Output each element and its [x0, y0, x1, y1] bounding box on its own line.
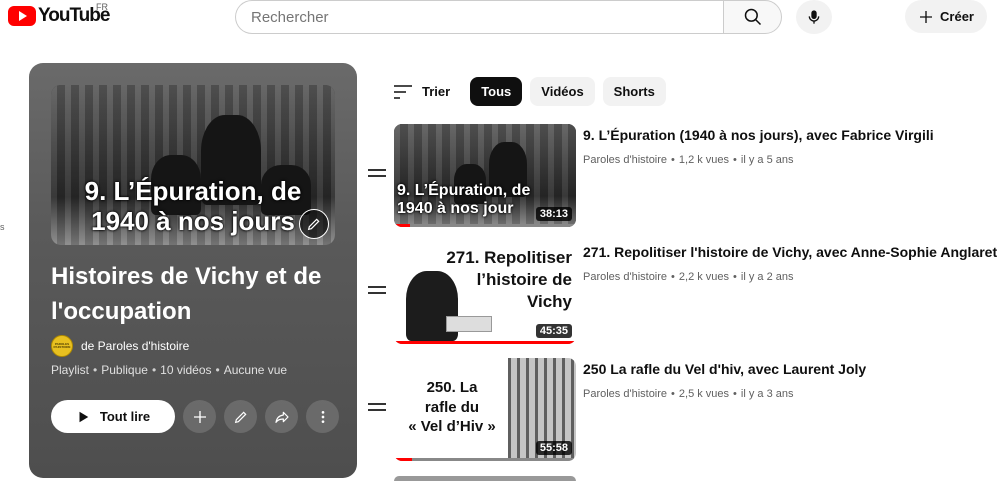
sort-label: Trier [422, 84, 451, 99]
playlist-video-row[interactable]: 271. Repolitiser l’histoire de Vichy 45:… [366, 241, 997, 346]
edit-playlist-button[interactable] [224, 400, 257, 433]
caption-line: Vichy [526, 292, 572, 312]
thumbnail-caption: 9. L’Épuration, de 1940 à nos jours [51, 176, 335, 237]
caption-line: 250. La [426, 379, 478, 396]
pencil-icon [307, 218, 320, 231]
video-views: 2,5 k vues [678, 388, 730, 400]
play-all-button[interactable]: Tout lire [51, 400, 175, 433]
next-row-thumbnail[interactable] [394, 476, 576, 481]
video-views: 2,2 k vues [678, 271, 730, 283]
more-vertical-icon [321, 410, 324, 423]
more-actions-button[interactable] [306, 400, 339, 433]
caption-line: l’histoire de [476, 270, 572, 290]
video-thumbnail[interactable]: 250. La rafle du « Vel d’Hiv » 55:58 [394, 358, 576, 461]
meta-views: Aucune vue [223, 363, 288, 377]
playlist-owner[interactable]: PAROLES D'HISTOIRE de Paroles d'histoire [51, 335, 189, 357]
create-button[interactable]: Créer [905, 0, 987, 33]
caption-line: 1940 à nos jours [91, 205, 295, 236]
edit-thumbnail-button[interactable] [299, 209, 329, 239]
voice-search-button[interactable] [796, 0, 832, 34]
caption-line: 9. L’Épuration, de [397, 182, 531, 199]
create-label: Créer [940, 9, 974, 24]
video-thumbnail[interactable]: 9. L’Épuration, de 1940 à nos jour 38:13 [394, 124, 576, 227]
watch-progress-track [394, 224, 576, 227]
video-duration: 55:58 [535, 441, 572, 455]
country-code: FR [96, 2, 108, 12]
play-icon [79, 411, 89, 422]
playlist-actions: Tout lire [51, 400, 339, 433]
video-meta: Paroles d'histoire • 2,2 k vues • il y a 2… [583, 271, 794, 283]
video-age: il y a 5 ans [740, 154, 794, 166]
playlist-video-row[interactable]: 9. L’Épuration, de 1940 à nos jour 38:13… [366, 124, 996, 229]
watch-progress [394, 341, 576, 344]
youtube-play-icon [8, 6, 36, 26]
sort-button[interactable]: Trier [394, 84, 450, 99]
search-button[interactable] [723, 0, 782, 34]
watch-progress [394, 458, 413, 461]
thumbnail-caption: 271. Repolitiser l’histoire de Vichy [424, 247, 572, 313]
add-videos-button[interactable] [183, 400, 216, 433]
playlist-meta: Playlist • Publique • 10 vidéos • Aucune vu… [51, 363, 288, 377]
plus-icon [193, 410, 206, 423]
drag-handle-icon[interactable] [368, 403, 386, 413]
video-channel[interactable]: Paroles d'histoire [583, 388, 667, 400]
youtube-logo[interactable]: YouTube [8, 5, 110, 27]
sort-icon [394, 84, 412, 99]
video-channel[interactable]: Paroles d'histoire [583, 271, 667, 283]
video-age: il y a 3 ans [740, 388, 794, 400]
sidebar-edge-text: s [0, 222, 5, 232]
microphone-icon [808, 10, 820, 24]
share-button[interactable] [265, 400, 298, 433]
avatar-text: PAROLES D'HISTOIRE [53, 342, 71, 349]
meta-visibility[interactable]: Publique [101, 363, 148, 377]
video-channel[interactable]: Paroles d'histoire [583, 154, 667, 166]
playlist-video-row[interactable]: 250. La rafle du « Vel d’Hiv » 55:58 250… [366, 358, 996, 463]
video-meta: Paroles d'histoire • 2,5 k vues • il y a 3… [583, 388, 794, 400]
search-icon [744, 8, 761, 26]
drag-handle-icon[interactable] [368, 286, 386, 296]
meta-video-count: 10 vidéos [160, 363, 212, 377]
caption-line: « Vel d’Hiv » [408, 418, 496, 435]
video-age: il y a 2 ans [740, 271, 794, 283]
playlist-thumbnail[interactable]: 9. L’Épuration, de 1940 à nos jours [51, 85, 335, 245]
play-all-label: Tout lire [99, 409, 151, 424]
meta-type: Playlist [51, 363, 90, 377]
watch-progress [394, 224, 411, 227]
watch-progress-track [394, 458, 576, 461]
share-icon [274, 411, 289, 423]
filter-bar: Trier Tous Vidéos Shorts [394, 77, 666, 106]
search-input[interactable] [251, 8, 725, 26]
video-title[interactable]: 250 La rafle du Vel d'hiv, avec Laurent … [583, 361, 866, 377]
chip-all[interactable]: Tous [470, 77, 523, 106]
video-meta: Paroles d'histoire • 1,2 k vues • il y a 5… [583, 154, 794, 166]
channel-avatar[interactable]: PAROLES D'HISTOIRE [51, 335, 73, 357]
caption-line: rafle du [424, 398, 480, 416]
video-title[interactable]: 9. L’Épuration (1940 à nos jours), avec … [583, 127, 934, 143]
plus-icon [920, 10, 933, 23]
video-views: 1,2 k vues [678, 154, 730, 166]
chip-videos[interactable]: Vidéos [530, 77, 595, 106]
drag-handle-icon[interactable] [368, 169, 386, 179]
owner-name[interactable]: de Paroles d'histoire [81, 339, 189, 353]
video-thumbnail[interactable]: 271. Repolitiser l’histoire de Vichy 45:… [394, 241, 576, 344]
playlist-header-panel: 9. L’Épuration, de 1940 à nos jours Hist… [29, 63, 357, 478]
pencil-icon [234, 410, 247, 423]
caption-line: 271. Repolitiser [446, 248, 572, 267]
video-duration: 45:35 [535, 324, 572, 338]
thumbnail-caption: 250. La rafle du « Vel d’Hiv » [398, 378, 506, 437]
video-title[interactable]: 271. Repolitiser l'histoire de Vichy, av… [583, 244, 997, 260]
thumbnail-newspaper [446, 316, 492, 332]
caption-line: 9. L’Épuration, de [84, 176, 302, 206]
search-field[interactable] [235, 0, 725, 34]
playlist-title: Histoires de Vichy et de l'occupation [51, 263, 322, 325]
chip-shorts[interactable]: Shorts [602, 77, 666, 106]
video-duration: 38:13 [535, 207, 572, 221]
top-bar: YouTube FR Créer [0, 0, 1000, 34]
